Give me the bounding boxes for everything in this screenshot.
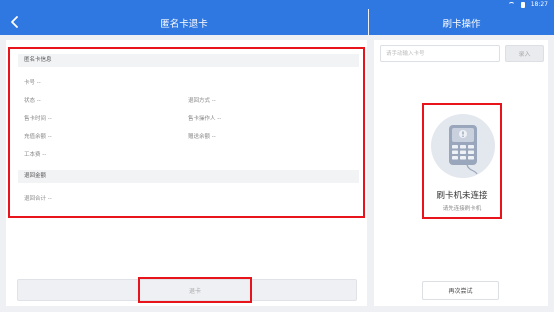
sell-time-field: 售卡时间 --	[24, 116, 52, 122]
refund-button[interactable]: 退卡	[138, 277, 252, 303]
deposit-field: 工本费 --	[24, 152, 47, 158]
card-info-header: 匿名卡信息	[18, 54, 359, 67]
battery-icon	[520, 1, 525, 8]
reader-status-box: 刷卡机未连接 请先连接刷卡机	[422, 103, 502, 219]
card-reader-icon	[449, 125, 478, 175]
swipe-header: 刷卡操作	[369, 9, 554, 35]
wifi-icon	[507, 2, 515, 7]
status-field: 状态 --	[24, 98, 41, 104]
refund-total-field: 退回合计 --	[24, 196, 52, 202]
refund-panel: 匿名卡信息 卡号 -- 状态 -- 退回方式 -- 售卡时间 -- 售卡操作人 …	[6, 40, 367, 306]
main-header: 匿名卡退卡	[0, 9, 368, 35]
recharge-balance-field: 充值余额 --	[24, 134, 52, 140]
reader-status-title: 刷卡机未连接	[436, 191, 488, 201]
retry-button[interactable]: 再次尝试	[422, 281, 499, 300]
page-title: 匿名卡退卡	[160, 19, 208, 30]
status-bar: 18:27	[0, 0, 554, 9]
refund-amount-header: 退回金额	[18, 170, 359, 183]
refund-method-field: 退回方式 --	[188, 98, 216, 104]
sell-operator-field: 售卡操作人 --	[188, 116, 222, 122]
swipe-title: 刷卡操作	[442, 19, 481, 30]
reader-circle	[431, 114, 495, 178]
card-number-input[interactable]	[380, 45, 500, 62]
status-time: 18:27	[530, 1, 548, 8]
swipe-panel: 录入	[374, 40, 548, 306]
gift-balance-field: 赠送余额 --	[188, 134, 216, 140]
card-no-field: 卡号 --	[24, 80, 41, 86]
enter-button[interactable]: 录入	[505, 45, 544, 62]
reader-status-hint: 请先连接刷卡机	[442, 206, 482, 212]
card-info-box: 匿名卡信息 卡号 -- 状态 -- 退回方式 -- 售卡时间 -- 售卡操作人 …	[8, 47, 365, 218]
